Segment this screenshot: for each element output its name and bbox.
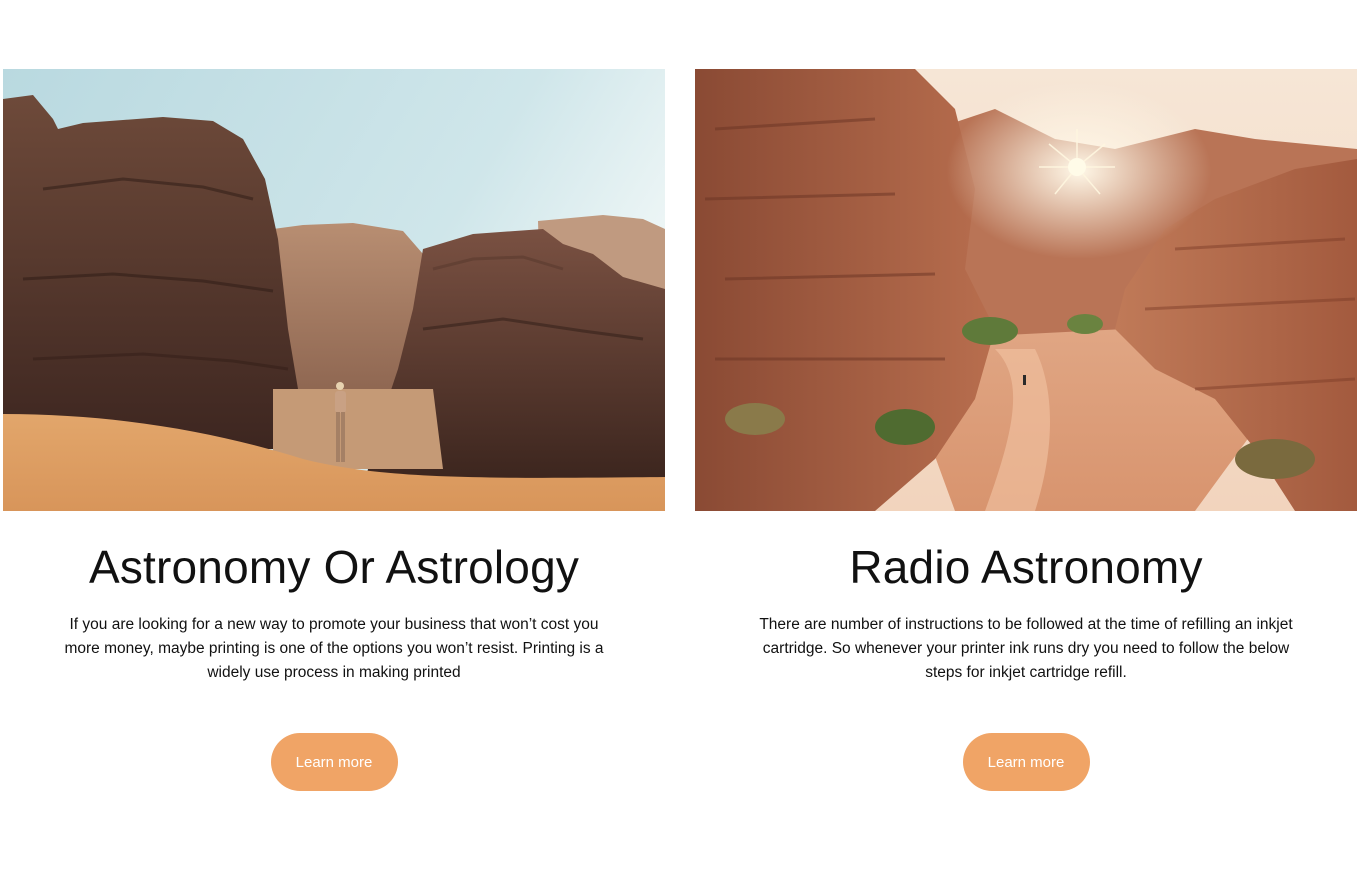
card-title: Astronomy Or Astrology <box>88 541 580 593</box>
learn-more-button[interactable]: Learn more <box>270 733 398 791</box>
card-image-red-canyon <box>695 69 1357 511</box>
card-radio-astronomy: Radio Astronomy There are number of inst… <box>695 69 1357 829</box>
red-canyon-illustration <box>695 69 1357 511</box>
desert-dune-illustration <box>3 69 665 511</box>
card-image-desert-dune <box>3 69 665 511</box>
card-astronomy-or-astrology: Astronomy Or Astrology If you are lookin… <box>3 69 665 829</box>
card-title: Radio Astronomy <box>849 541 1203 593</box>
cards-row: Astronomy Or Astrology If you are lookin… <box>3 69 1357 829</box>
learn-more-button[interactable]: Learn more <box>962 733 1090 791</box>
card-description: There are number of instructions to be f… <box>759 616 1293 681</box>
card-description: If you are looking for a new way to prom… <box>64 616 604 681</box>
